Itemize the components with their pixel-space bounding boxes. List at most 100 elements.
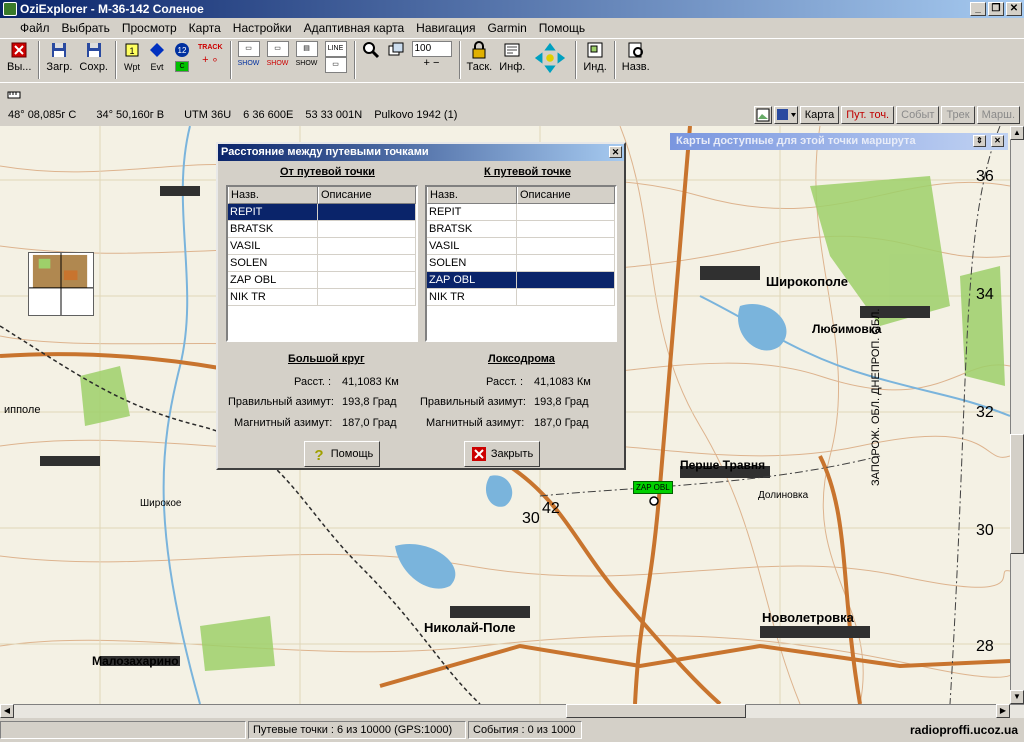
save-button[interactable]: Сохр.	[76, 39, 111, 81]
dialog-close-icon[interactable]: ✕	[609, 146, 622, 158]
menu-garmin[interactable]: Garmin	[481, 18, 532, 38]
list-item[interactable]: NIK TR	[228, 289, 416, 306]
to-waypoint-heading: К путевой точке	[484, 166, 572, 178]
overview-thumbnail[interactable]	[28, 252, 94, 316]
list-item[interactable]: REPIT	[228, 204, 416, 221]
menu-select[interactable]: Выбрать	[56, 18, 116, 38]
minimize-button[interactable]: _	[970, 2, 986, 16]
find-button[interactable]	[359, 39, 383, 81]
name-search-button[interactable]: Назв.	[619, 39, 653, 81]
zoom-control[interactable]: 100 + −	[409, 39, 455, 81]
rhumb-true-azimuth: 193,8 Град	[534, 396, 589, 408]
to-waypoint-list[interactable]: Назв. Описание REPIT BRATSK VASIL SOLEN …	[425, 185, 617, 342]
route-line-icon: LINE	[324, 41, 347, 57]
horizontal-scroll-thumb[interactable]	[566, 704, 746, 718]
scroll-left-icon[interactable]: ◀	[0, 704, 14, 718]
to-col-desc[interactable]: Описание	[517, 187, 615, 204]
help-button[interactable]: ? Помощь	[304, 441, 380, 467]
waypoint-label-zap-obl[interactable]: ZAP OBL	[633, 481, 673, 494]
index-button[interactable]: Инд.	[580, 39, 609, 81]
svg-text:1: 1	[129, 46, 134, 56]
numbered-point-button[interactable]: 12 C	[170, 39, 194, 81]
list-item[interactable]: VASIL	[228, 238, 416, 255]
menu-help[interactable]: Помощь	[533, 18, 591, 38]
tab-routes[interactable]: Марш.	[976, 106, 1020, 124]
latitude-readout: 48° 08,085г С	[8, 109, 77, 121]
place-malozakharino: Малозахарино	[92, 654, 179, 668]
vertical-scroll-thumb[interactable]	[1010, 434, 1024, 554]
move-arrows-button[interactable]	[529, 39, 571, 81]
rhumb-magnetic-azimuth-label: Магнитный азимут:	[426, 417, 525, 429]
track-plus-icon: + ∘	[202, 54, 219, 66]
close-dialog-button[interactable]: Закрыть	[464, 441, 540, 467]
longitude-readout: 34° 50,160г В	[96, 109, 165, 121]
grid-label-32: 32	[976, 404, 994, 421]
toolbar-separator	[38, 41, 41, 79]
list-item[interactable]: NIK TR	[427, 289, 615, 306]
show-waypoints-button[interactable]: ▭ SHOW	[235, 39, 263, 81]
tab-waypoints[interactable]: Пут. точ.	[841, 106, 895, 124]
windows-button[interactable]	[384, 39, 408, 81]
toolbar-separator	[613, 41, 616, 79]
scroll-right-icon[interactable]: ▶	[996, 704, 1010, 718]
save-view-icon[interactable]	[773, 106, 798, 124]
menu-view[interactable]: Просмотр	[116, 18, 183, 38]
menu-settings[interactable]: Настройки	[227, 18, 298, 38]
menu-file[interactable]: Файл	[14, 18, 56, 38]
scroll-up-icon[interactable]: ▲	[1010, 126, 1024, 140]
great-circle-distance: 41,1083 Км	[342, 376, 399, 388]
close-button[interactable]: ✕	[1006, 2, 1022, 16]
map-image-icon[interactable]	[753, 106, 772, 124]
maps-panel-title: Карты доступные для этой точки маршрута	[676, 135, 916, 147]
list-item[interactable]: SOLEN	[427, 255, 615, 272]
window-title: OziExplorer - M-36-142 Соленое	[20, 2, 204, 16]
zoom-in-out-icon[interactable]: + −	[424, 57, 440, 70]
task-button[interactable]: Таск.	[464, 39, 496, 81]
exit-button[interactable]: Вы...	[4, 39, 34, 81]
from-col-name[interactable]: Назв.	[228, 187, 318, 204]
windows-icon	[388, 42, 403, 56]
tab-events[interactable]: Событ	[896, 106, 940, 124]
panel-close-icon[interactable]: ✕	[991, 135, 1004, 147]
event-button[interactable]: Evt	[145, 39, 169, 81]
place-shirokopole: Широкополе	[766, 274, 848, 289]
tab-tracks[interactable]: Трек	[941, 106, 975, 124]
list-item[interactable]: SOLEN	[228, 255, 416, 272]
maps-available-panel: Карты доступные для этой точки маршрута …	[670, 133, 1008, 150]
title-bar: OziExplorer - M-36-142 Соленое _ ❐ ✕	[0, 0, 1024, 18]
show-events-button[interactable]: ▭ SHOW	[264, 39, 292, 81]
tab-map[interactable]: Карта	[799, 106, 840, 124]
menu-navigation[interactable]: Навигация	[410, 18, 481, 38]
great-circle-distance-label: Расст. :	[294, 376, 332, 388]
maximize-button[interactable]: ❐	[988, 2, 1004, 16]
grid-label-28: 28	[976, 638, 994, 655]
show-tracks-button[interactable]: ▤ SHOW	[293, 39, 321, 81]
menu-adaptive-map[interactable]: Адаптивная карта	[298, 18, 411, 38]
from-list-header: Назв. Описание	[228, 187, 416, 204]
list-item[interactable]: BRATSK	[427, 221, 615, 238]
list-item[interactable]: ZAP OBL	[427, 272, 615, 289]
list-item[interactable]: REPIT	[427, 204, 615, 221]
scroll-down-icon[interactable]: ▼	[1010, 690, 1024, 704]
name-search-icon	[628, 42, 643, 58]
zoom-select[interactable]: 100	[411, 41, 452, 57]
list-item[interactable]: BRATSK	[228, 221, 416, 238]
route-button[interactable]: LINE ▭	[322, 39, 350, 81]
horizontal-scrollbar[interactable]: ◀ ▶	[0, 704, 1024, 718]
great-circle-true-azimuth-label: Правильный азимут:	[228, 396, 334, 408]
place-pershe-travnya: Перше Травня	[680, 458, 766, 472]
from-col-desc[interactable]: Описание	[318, 187, 416, 204]
to-col-name[interactable]: Назв.	[427, 187, 517, 204]
exit-icon	[11, 42, 27, 58]
info-button[interactable]: Инф.	[496, 39, 528, 81]
list-item[interactable]: ZAP OBL	[228, 272, 416, 289]
list-item[interactable]: VASIL	[427, 238, 615, 255]
track-button[interactable]: TRACK + ∘	[195, 39, 226, 81]
waypoint-button[interactable]: 1 Wpt	[120, 39, 144, 81]
load-button[interactable]: Загр.	[43, 39, 75, 81]
panel-resize-icon[interactable]: ⇕	[973, 135, 986, 147]
from-waypoint-list[interactable]: Назв. Описание REPIT BRATSK VASIL SOLEN …	[226, 185, 418, 342]
ruler-icon[interactable]	[6, 86, 22, 102]
vertical-scrollbar[interactable]: ▲ ▼	[1010, 126, 1024, 704]
menu-map[interactable]: Карта	[183, 18, 227, 38]
